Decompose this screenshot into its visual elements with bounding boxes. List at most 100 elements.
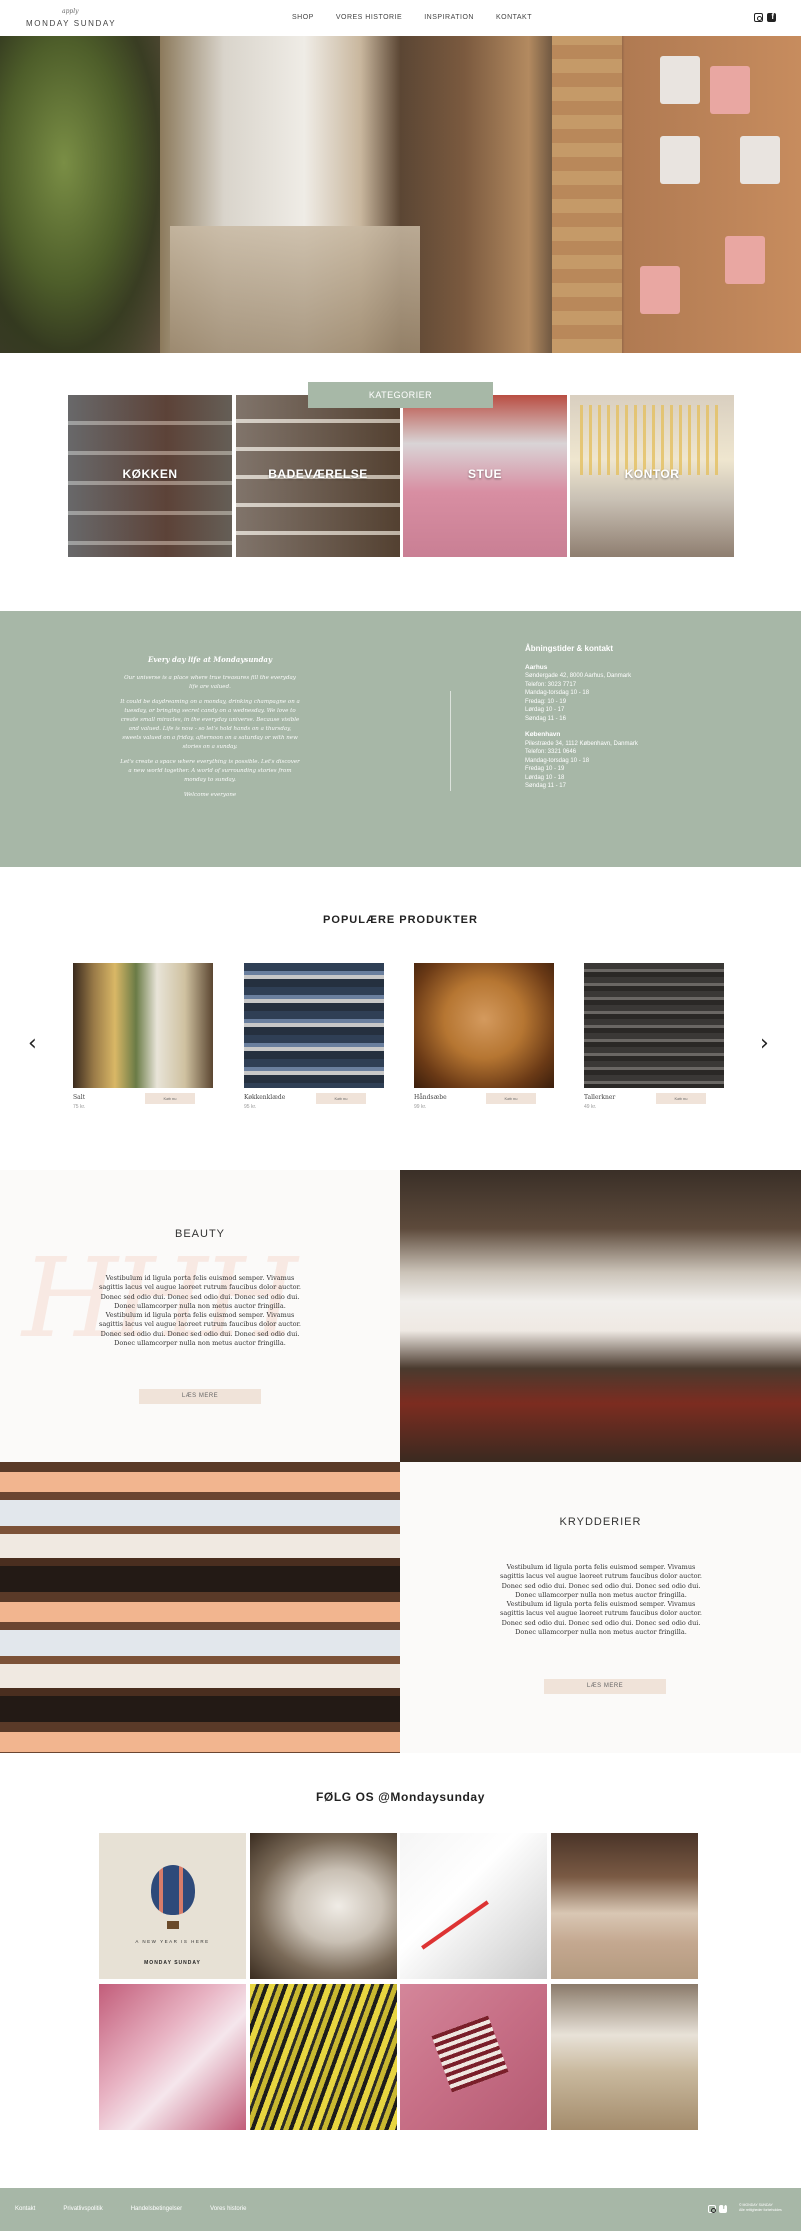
hours-line: Søndag 11 - 16 xyxy=(525,715,566,722)
read-more-button[interactable]: LÆS MERE xyxy=(139,1389,261,1404)
category-kontor[interactable]: KONTOR xyxy=(570,395,734,557)
product-image[interactable] xyxy=(244,963,384,1088)
hero-bag xyxy=(640,266,680,314)
footer-link-privatlivspolitik[interactable]: Privatlivspolitik xyxy=(63,2206,102,2212)
product-price: 49 kr. xyxy=(584,1104,597,1110)
hours-line: Fredag: 10 - 19 xyxy=(525,698,567,705)
nav-inspiration[interactable]: INSPIRATION xyxy=(424,14,474,21)
city-aarhus: Aarhus xyxy=(525,663,548,671)
site-header: apply MONDAY SUNDAY SHOP VORES HISTORIE … xyxy=(0,0,801,36)
tile-brand: MONDAY SUNDAY xyxy=(144,1960,201,1966)
hero-floor xyxy=(170,226,420,353)
poem-line: Let's create a space where everything is… xyxy=(120,759,300,783)
divider xyxy=(450,691,451,791)
balloon-icon xyxy=(151,1865,195,1915)
copyright-line: Alle rettigheder forbeholdes xyxy=(739,2208,782,2212)
krydderier-title: KRYDDERIER xyxy=(559,1516,642,1528)
categories-button[interactable]: KATEGORIER xyxy=(308,382,493,408)
hours-line: Telefon: 3321 0646 xyxy=(525,749,577,755)
product-price: 75 kr. xyxy=(73,1104,86,1110)
hours-line: Mandag-torsdag 10 - 18 xyxy=(525,757,590,764)
footer-links: Kontakt Privatlivspolitik Handelsbetinge… xyxy=(15,2206,274,2212)
facebook-icon[interactable] xyxy=(719,2204,727,2213)
footer-social xyxy=(708,2204,727,2213)
hero-bag xyxy=(660,56,700,104)
logo-text: MONDAY SUNDAY xyxy=(26,19,117,28)
opening-hours: Åbningstider & kontakt Aarhus Søndergade… xyxy=(525,644,725,791)
main-nav: SHOP VORES HISTORIE INSPIRATION KONTAKT xyxy=(292,14,554,21)
product-card[interactable]: Tallerkner 49 kr. Køb nu xyxy=(584,963,724,1110)
hero-brick-wall xyxy=(552,36,622,353)
hours-line: Søndergade 42, 8000 Aarhus, Danmark xyxy=(525,673,632,679)
popular-title: POPULÆRE PRODUKTER xyxy=(323,914,478,926)
chevron-left-icon[interactable]: ‹ xyxy=(28,1033,37,1055)
footer-link-handelsbetingelser[interactable]: Handelsbetingelser xyxy=(131,2206,182,2212)
instagram-tile[interactable] xyxy=(400,1984,547,2130)
instagram-tile[interactable]: A NEW YEAR IS HERE MONDAY SUNDAY xyxy=(99,1833,246,1979)
hero-bag xyxy=(740,136,780,184)
nav-kontakt[interactable]: KONTAKT xyxy=(496,14,532,21)
instagram-tile[interactable] xyxy=(400,1833,547,1979)
hours-line: Fredag 10 - 19 xyxy=(525,766,565,772)
beauty-image xyxy=(400,1170,801,1462)
follow-title: FØLG OS @Mondaysunday xyxy=(316,1790,485,1804)
instagram-icon[interactable] xyxy=(754,13,763,22)
tile-text: A NEW YEAR IS HERE xyxy=(135,1939,210,1944)
poem: Every day life at Mondaysunday Our unive… xyxy=(120,655,300,806)
nav-shop[interactable]: SHOP xyxy=(292,14,314,21)
category-label: BADEVÆRELSE xyxy=(268,467,368,481)
category-stue[interactable]: STUE xyxy=(403,395,567,557)
footer-link-vores-historie[interactable]: Vores historie xyxy=(210,2206,246,2212)
hero-image xyxy=(0,36,801,353)
product-card[interactable]: Håndsæbe 99 kr. Køb nu xyxy=(414,963,554,1110)
instagram-icon[interactable] xyxy=(708,2205,716,2213)
product-name: Tallerkner xyxy=(584,1094,616,1101)
buy-button[interactable]: Køb nu xyxy=(316,1093,366,1104)
product-card[interactable]: Salt 75 kr. Køb nu xyxy=(73,963,213,1110)
buy-button[interactable]: Køb nu xyxy=(145,1093,195,1104)
facebook-icon[interactable] xyxy=(767,12,776,22)
krydderier-image xyxy=(0,1462,400,1753)
product-image[interactable] xyxy=(414,963,554,1088)
product-card[interactable]: Køkkenklæde 95 kr. Køb nu xyxy=(244,963,384,1110)
category-label: STUE xyxy=(467,467,502,481)
poem-line: It could be daydreaming on a monday, dri… xyxy=(120,699,300,750)
info-section: Every day life at Mondaysunday Our unive… xyxy=(0,611,801,867)
category-kokken[interactable]: KØKKEN xyxy=(68,395,232,557)
buy-button[interactable]: Køb nu xyxy=(486,1093,536,1104)
hours-line: Søndag 11 - 17 xyxy=(525,783,566,789)
instagram-tile[interactable] xyxy=(551,1833,698,1979)
site-footer: Kontakt Privatlivspolitik Handelsbetinge… xyxy=(0,2188,801,2231)
instagram-tile[interactable] xyxy=(250,1833,397,1979)
footer-link-kontakt[interactable]: Kontakt xyxy=(15,2206,35,2212)
hero-bag xyxy=(725,236,765,284)
product-price: 95 kr. xyxy=(244,1104,257,1110)
poem-line: Our universe is a place where true treas… xyxy=(124,675,296,690)
beauty-title: BEAUTY xyxy=(174,1228,225,1240)
hours-line: Lørdag 10 - 18 xyxy=(525,774,565,781)
category-label: KØKKEN xyxy=(122,467,178,481)
krydderier-body: Vestibulum id ligula porta felis euismod… xyxy=(500,1563,702,1637)
poem-title: Every day life at Mondaysunday xyxy=(147,655,273,664)
header-social xyxy=(754,12,776,22)
nav-vores-historie[interactable]: VORES HISTORIE xyxy=(336,14,402,21)
read-more-button[interactable]: LÆS MERE xyxy=(544,1679,666,1694)
buy-button[interactable]: Køb nu xyxy=(656,1093,706,1104)
chevron-right-icon[interactable]: › xyxy=(760,1033,769,1055)
product-name: Salt xyxy=(73,1094,86,1101)
product-image[interactable] xyxy=(73,963,213,1088)
beauty-section: HHH BEAUTY Vestibulum id ligula porta fe… xyxy=(0,1170,400,1462)
city-kobenhavn: København xyxy=(525,731,561,738)
balloon-basket xyxy=(167,1921,179,1929)
hero-bag xyxy=(710,66,750,114)
product-price: 99 kr. xyxy=(414,1104,427,1110)
hours-line: Telefon: 3023 7717 xyxy=(525,681,577,688)
product-image[interactable] xyxy=(584,963,724,1088)
instagram-tile[interactable] xyxy=(250,1984,397,2130)
beauty-body: Vestibulum id ligula porta felis euismod… xyxy=(99,1274,301,1348)
instagram-tile[interactable] xyxy=(99,1984,246,2130)
instagram-tile[interactable] xyxy=(551,1984,698,2130)
category-badevaerelse[interactable]: BADEVÆRELSE xyxy=(236,395,400,557)
hours-line: Pilestræde 34, 1112 København, Danmark xyxy=(525,740,638,747)
logo[interactable]: apply MONDAY SUNDAY xyxy=(26,8,115,30)
